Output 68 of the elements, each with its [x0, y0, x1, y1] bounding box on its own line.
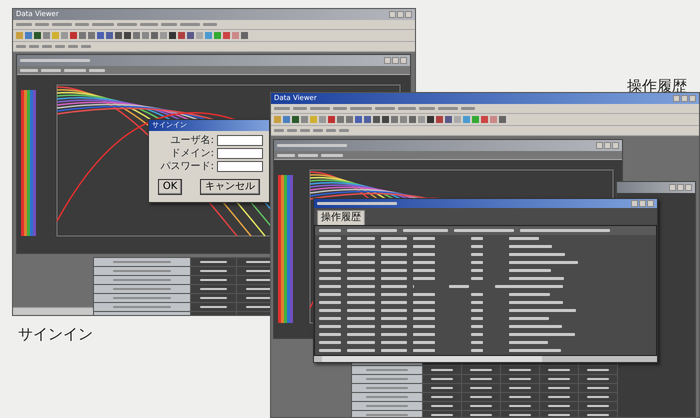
blurred-text	[413, 325, 435, 328]
blurred-text	[413, 341, 435, 344]
blurred-text	[381, 333, 407, 336]
window-controls-icon[interactable]	[673, 95, 696, 102]
blurred-text	[35, 23, 49, 26]
window-controls-icon[interactable]	[631, 200, 654, 207]
blurred-text	[347, 341, 375, 344]
blurred-text	[461, 107, 475, 110]
blurred-text	[375, 107, 395, 110]
input-field[interactable]	[217, 135, 263, 146]
screen-caption: サインイン	[18, 326, 93, 342]
blurred-text	[509, 341, 548, 344]
blurred-text	[471, 341, 483, 344]
blurred-text	[471, 349, 483, 352]
blurred-text	[161, 23, 177, 26]
blurred-text	[381, 325, 407, 328]
blurred-text	[277, 144, 347, 147]
blurred-text	[92, 23, 114, 26]
blurred-text	[310, 107, 330, 110]
window-controls-icon[interactable]	[389, 11, 412, 18]
window-controls-icon[interactable]	[669, 184, 692, 191]
field-label: ドメイン:	[170, 148, 214, 158]
blurred-text	[319, 341, 341, 344]
blurred-text	[20, 59, 90, 62]
blurred-text	[277, 154, 295, 156]
field-label: パスワード:	[160, 162, 214, 172]
dialog-button[interactable]: キャンセル	[200, 179, 260, 195]
blurred-text	[203, 23, 217, 26]
blurred-text	[41, 68, 61, 72]
blurred-text	[509, 333, 575, 336]
blurred-text	[438, 107, 458, 110]
field-label: ユーザ名:	[170, 136, 214, 146]
blurred-text	[347, 349, 375, 352]
blurred-text	[20, 68, 38, 72]
blurred-text	[347, 325, 375, 328]
blurred-text	[419, 107, 435, 110]
input-field[interactable]	[217, 148, 263, 159]
blurred-text	[381, 341, 407, 344]
blurred-text	[350, 107, 372, 110]
blurred-text	[333, 107, 347, 110]
blurred-text	[321, 154, 343, 156]
window-controls-icon[interactable]	[596, 142, 619, 149]
blurred-text	[471, 333, 483, 336]
blurred-text	[16, 23, 32, 26]
dialog-button[interactable]: OK	[158, 179, 182, 195]
blurred-text	[509, 325, 562, 328]
blurred-text	[75, 23, 89, 26]
blurred-text	[298, 154, 318, 156]
blurred-text	[509, 349, 561, 352]
blurred-text	[274, 107, 290, 110]
window-controls-icon[interactable]	[384, 57, 407, 64]
blurred-text	[319, 325, 341, 328]
blurred-text	[471, 325, 483, 328]
blurred-text	[413, 349, 435, 352]
blurred-text	[398, 107, 416, 110]
blurred-text	[319, 333, 341, 336]
blurred-text	[52, 23, 72, 26]
blurred-text	[180, 23, 200, 26]
blurred-text	[89, 68, 105, 72]
blurred-text	[140, 23, 158, 26]
blurred-text	[64, 68, 86, 72]
blurred-text	[381, 349, 407, 352]
blurred-text	[319, 349, 341, 352]
blurred-text	[293, 107, 307, 110]
blurred-text	[413, 333, 435, 336]
blurred-text	[117, 23, 137, 26]
blurred-text	[347, 333, 375, 336]
input-field[interactable]	[217, 161, 263, 172]
